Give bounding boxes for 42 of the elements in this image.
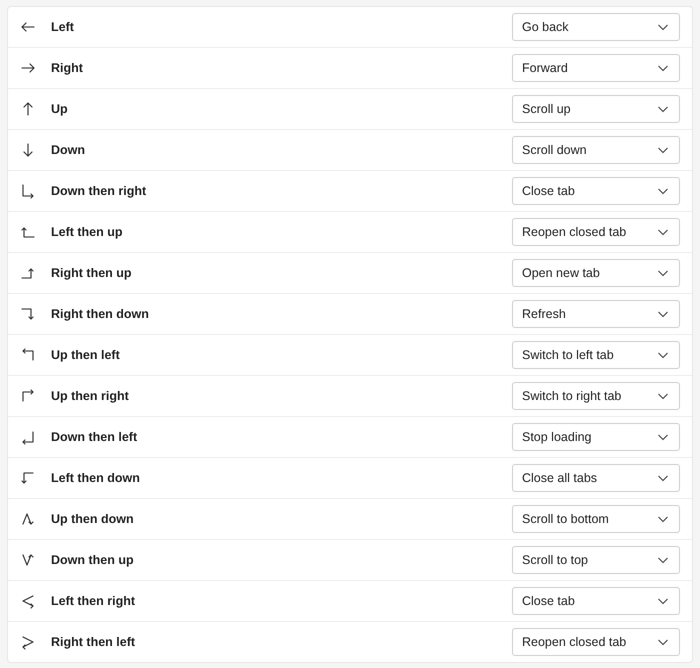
action-dropdown[interactable]: Reopen closed tab <box>512 628 680 656</box>
action-dropdown[interactable]: Stop loading <box>512 423 680 451</box>
gesture-label: Left then up <box>51 225 124 239</box>
gesture-label: Down then left <box>51 430 138 444</box>
gesture-icon <box>20 429 36 445</box>
gesture-label: Right then left <box>51 635 136 649</box>
gesture-label: Left then right <box>51 594 136 608</box>
gesture-icon <box>20 511 36 527</box>
action-dropdown[interactable]: Switch to left tab <box>512 341 680 369</box>
action-dropdown[interactable]: Reopen closed tab <box>512 218 680 246</box>
action-dropdown[interactable]: Close all tabs <box>512 464 680 492</box>
action-dropdown[interactable]: Refresh <box>512 300 680 328</box>
gesture-icon <box>20 347 36 363</box>
gesture-label: Right <box>51 61 84 75</box>
action-dropdown[interactable]: Switch to right tab <box>512 382 680 410</box>
action-dropdown[interactable]: Forward <box>512 54 680 82</box>
gesture-icon <box>20 470 36 486</box>
action-dropdown[interactable]: Scroll to top <box>512 546 680 574</box>
gesture-icon <box>20 388 36 404</box>
gesture-label: Left then down <box>51 471 141 485</box>
gesture-icon <box>20 634 36 650</box>
action-dropdown[interactable]: Close tab <box>512 587 680 615</box>
gesture-label: Up then right <box>51 389 130 403</box>
gesture-label: Up then left <box>51 348 121 362</box>
gesture-label: Down <box>51 143 86 157</box>
action-dropdown[interactable]: Go back <box>512 13 680 41</box>
gesture-icon <box>20 183 36 199</box>
action-dropdown[interactable]: Scroll to bottom <box>512 505 680 533</box>
gesture-icon <box>20 306 36 322</box>
action-dropdown[interactable]: Close tab <box>512 177 680 205</box>
action-dropdown[interactable]: Open new tab <box>512 259 680 287</box>
gesture-label: Down then right <box>51 184 148 198</box>
gesture-label: Right then up <box>51 266 133 280</box>
gesture-label: Up <box>51 102 69 116</box>
action-dropdown[interactable]: Scroll down <box>512 136 680 164</box>
gesture-label: Right then down <box>51 307 150 321</box>
gesture-label: Left <box>51 20 75 34</box>
gesture-label: Down then up <box>51 553 135 567</box>
gesture-icon <box>20 552 36 568</box>
gesture-label: Up then down <box>51 512 135 526</box>
action-dropdown[interactable]: Scroll up <box>512 95 680 123</box>
gesture-icon <box>20 593 36 609</box>
